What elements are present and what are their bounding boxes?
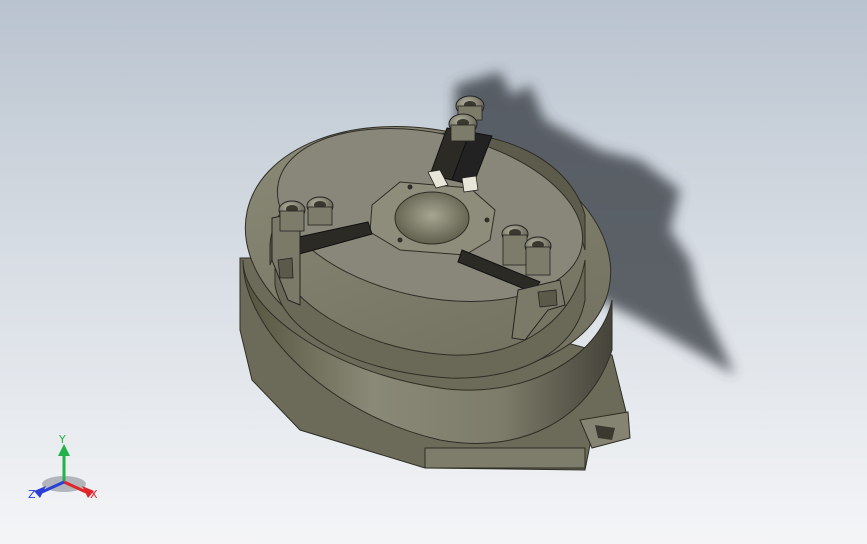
- orientation-triad[interactable]: Y X Z: [28, 433, 98, 501]
- bolt: [524, 236, 552, 276]
- bolt: [501, 224, 529, 266]
- model-view[interactable]: Y X Z: [0, 0, 867, 544]
- x-axis-label: X: [90, 488, 98, 501]
- bolt: [306, 196, 334, 226]
- bolt: [278, 200, 306, 232]
- center-bore: [394, 191, 470, 245]
- bolt: [448, 113, 478, 142]
- z-axis-label: Z: [28, 488, 36, 501]
- graphics-viewport[interactable]: Y X Z: [0, 0, 867, 544]
- y-axis-label: Y: [58, 433, 66, 446]
